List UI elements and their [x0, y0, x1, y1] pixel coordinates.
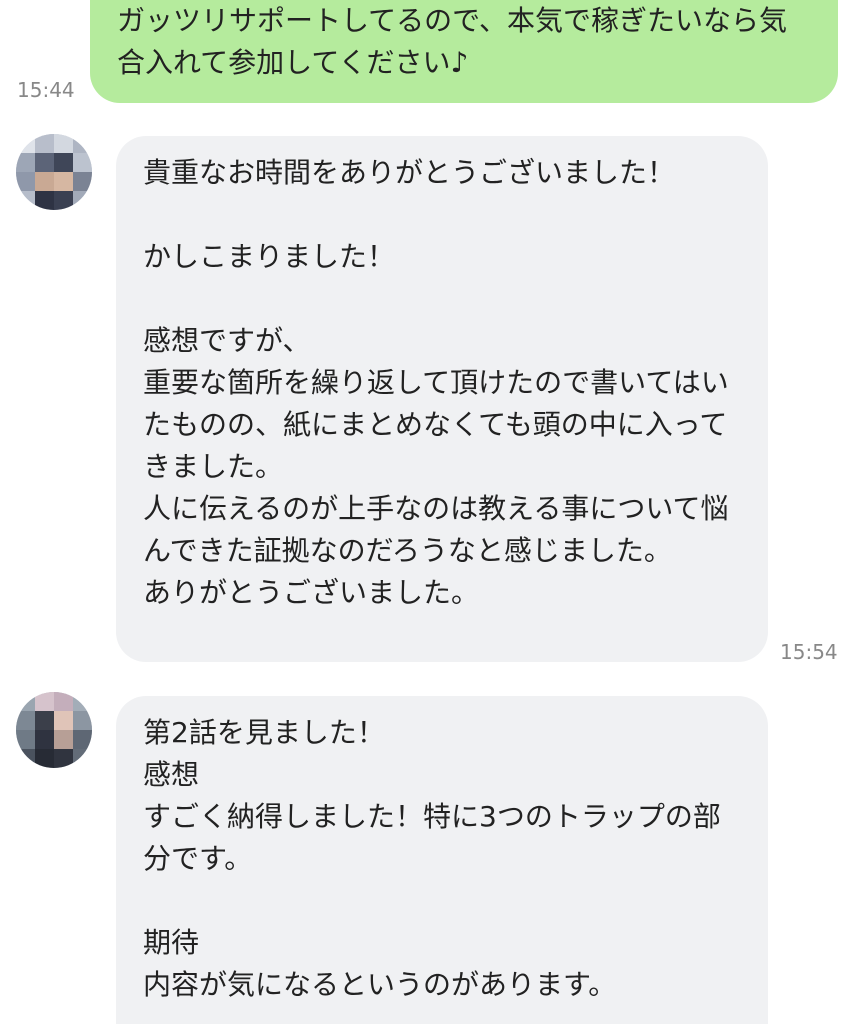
incoming-message-bubble[interactable]: 第2話を見ました！ 感想 すごく納得しました！特に3つのトラップの部分です。 期… — [116, 696, 768, 1024]
outgoing-message-bubble[interactable]: ガッツリサポートしてるので、本気で稼ぎたいなら気合入れて参加してください♪ — [90, 0, 838, 103]
avatar[interactable] — [16, 134, 92, 210]
chat-view[interactable]: ガッツリサポートしてるので、本気で稼ぎたいなら気合入れて参加してください♪ 15… — [0, 0, 853, 1024]
incoming-message-bubble[interactable]: 貴重なお時間をありがとうございました！ かしこまりました！ 感想ですが、 重要な… — [116, 136, 768, 662]
avatar[interactable] — [16, 692, 92, 768]
message-timestamp: 15:44 — [17, 78, 75, 102]
message-timestamp: 15:54 — [780, 640, 838, 664]
